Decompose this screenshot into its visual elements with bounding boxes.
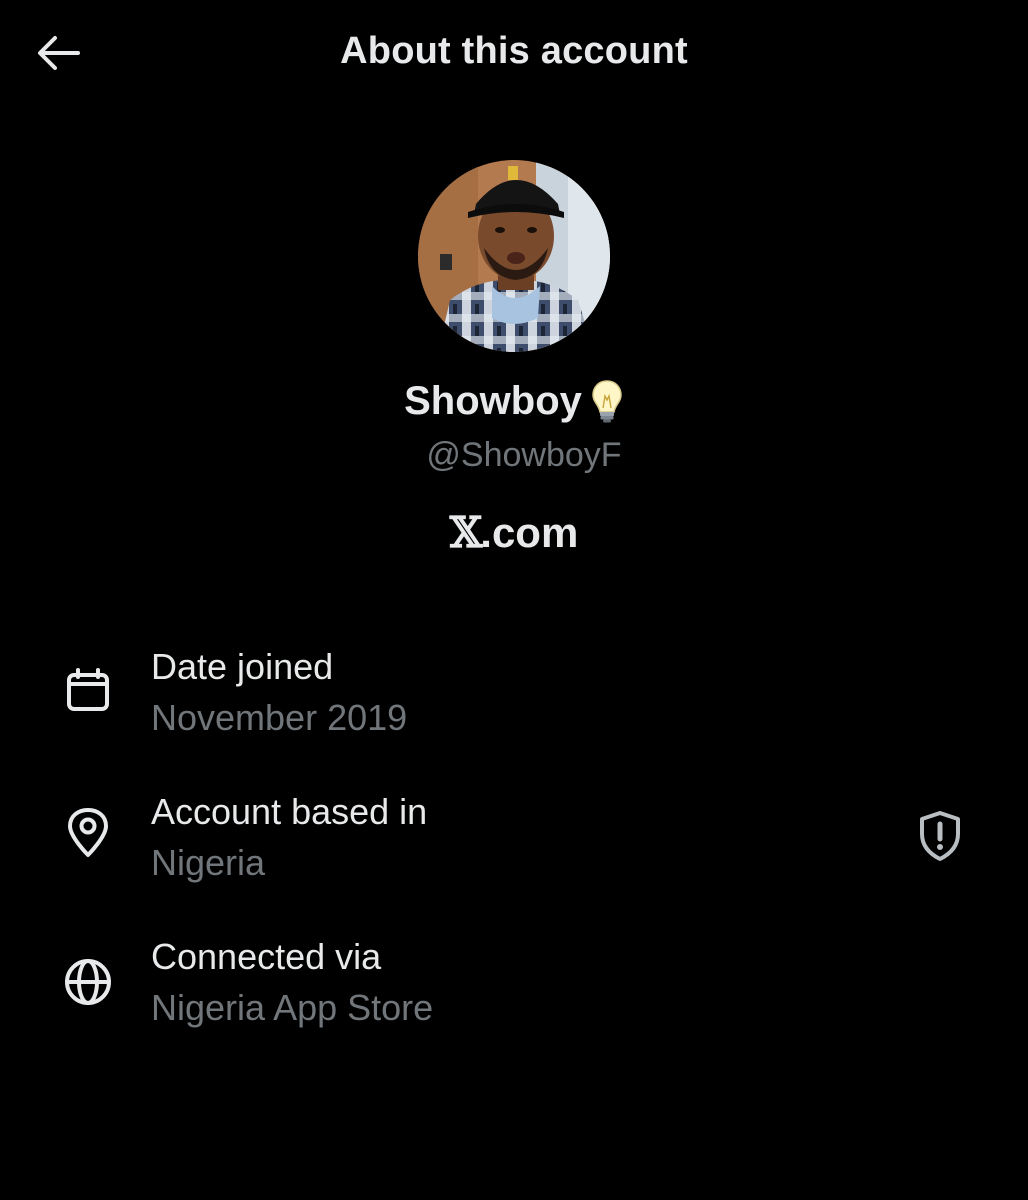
globe-icon xyxy=(62,956,114,1008)
info-value: Nigeria App Store xyxy=(151,987,434,1028)
display-name-row: Showboy xyxy=(0,378,1028,424)
info-row-date-joined: Date joined November 2019 xyxy=(0,640,1028,750)
x-logo: 𝕏 xyxy=(449,508,483,557)
platform-suffix: .com xyxy=(480,509,579,556)
page-title: About this account xyxy=(340,30,688,72)
info-label: Date joined xyxy=(151,646,334,687)
info-row-account-based-in: Account based in Nigeria xyxy=(0,785,1028,895)
display-name: Showboy xyxy=(404,378,582,423)
info-value: Nigeria xyxy=(151,842,266,883)
info-value: November 2019 xyxy=(151,697,408,738)
light-bulb-icon xyxy=(592,380,622,423)
shield-alert-icon xyxy=(920,811,960,861)
location-pin-icon xyxy=(62,807,114,859)
platform-label: 𝕏.com xyxy=(0,508,1028,557)
user-handle: @ShowboyF xyxy=(426,436,622,474)
profile-photo xyxy=(418,160,610,352)
top-bar: About this account xyxy=(0,0,1028,108)
calendar-icon xyxy=(62,664,114,716)
info-row-connected-via: Connected via Nigeria App Store xyxy=(0,930,1028,1040)
avatar[interactable] xyxy=(418,160,610,352)
info-label: Connected via xyxy=(151,936,382,977)
info-label: Account based in xyxy=(151,791,428,832)
shield-alert-button[interactable] xyxy=(912,808,968,864)
